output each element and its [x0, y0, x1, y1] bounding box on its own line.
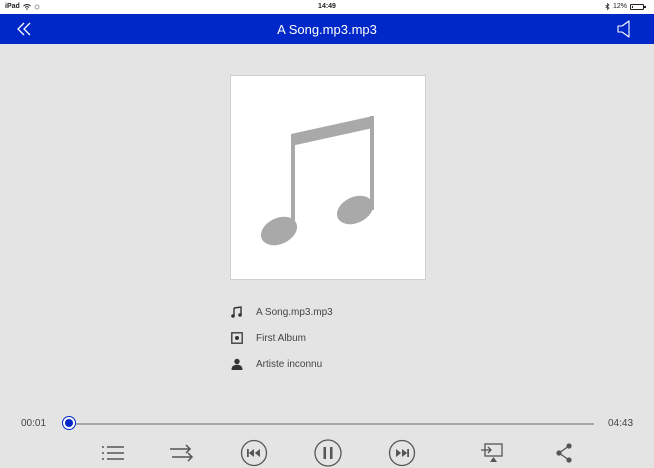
playlist-button[interactable] — [100, 439, 126, 467]
song-title: A Song.mp3.mp3 — [256, 306, 333, 318]
pause-icon — [314, 439, 342, 467]
status-bar: iPad 14:49 12% — [0, 0, 654, 14]
volume-button[interactable] — [614, 19, 634, 39]
person-icon — [231, 358, 243, 370]
share-button[interactable] — [554, 439, 574, 467]
next-track-icon — [388, 439, 416, 467]
music-note-icon — [260, 116, 374, 246]
progress-track[interactable] — [67, 423, 594, 425]
battery-fill — [632, 5, 634, 8]
previous-button[interactable] — [239, 439, 269, 467]
next-button[interactable] — [387, 439, 417, 467]
album-artwork — [230, 75, 426, 280]
duration-time: 04:43 — [608, 418, 634, 429]
title-bar: A Song.mp3.mp3 — [0, 14, 654, 44]
repeat-icon — [170, 444, 194, 462]
bluetooth-icon — [605, 3, 610, 10]
battery-percent: 12% — [612, 3, 627, 10]
cast-button[interactable] — [480, 439, 504, 467]
elapsed-time: 00:01 — [21, 418, 47, 429]
repeat-button[interactable] — [168, 439, 194, 467]
album-icon — [231, 332, 243, 344]
song-row: A Song.mp3.mp3 — [231, 306, 333, 318]
battery-icon — [630, 3, 646, 10]
cast-screen-icon — [481, 443, 503, 462]
previous-track-icon — [240, 439, 268, 467]
list-icon — [102, 446, 124, 460]
page-title: A Song.mp3.mp3 — [277, 22, 377, 37]
status-time: 14:49 — [318, 3, 336, 10]
progress-thumb[interactable] — [63, 417, 76, 429]
album-row: First Album — [231, 332, 306, 344]
album-name: First Album — [256, 332, 307, 344]
share-icon — [556, 443, 572, 463]
artist-row: Artiste inconnu — [231, 358, 322, 370]
status-right: 12% — [605, 3, 646, 10]
music-note-icon — [231, 306, 243, 318]
speaker-icon — [617, 20, 630, 38]
pause-button[interactable] — [312, 439, 344, 467]
artist-name: Artiste inconnu — [256, 358, 323, 370]
